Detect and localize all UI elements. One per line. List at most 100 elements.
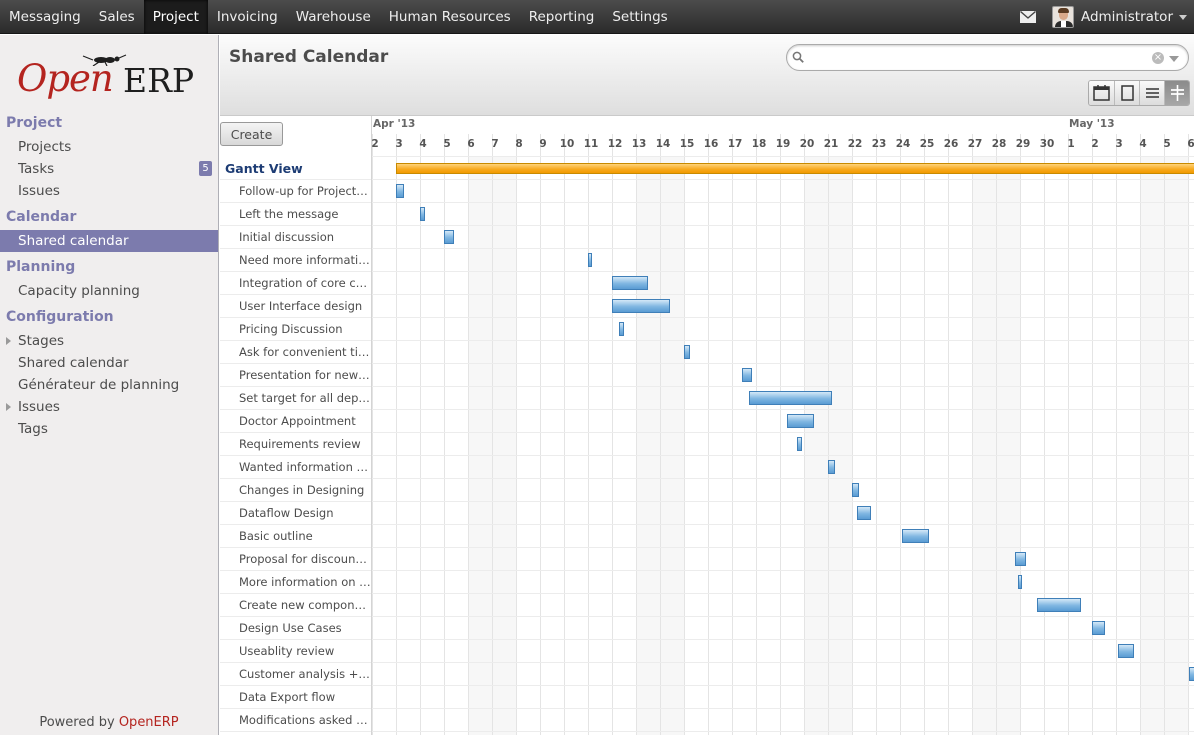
top-menu-item-sales[interactable]: Sales [90,0,144,34]
top-menu-item-messaging[interactable]: Messaging [0,0,90,34]
top-menu-item-warehouse[interactable]: Warehouse [287,0,380,34]
row-gridline [372,708,1194,709]
sidebar-item-label: Capacity planning [18,283,140,299]
gantt-task-bar[interactable] [748,391,832,405]
openerp-logo[interactable]: Open ERP [17,49,207,99]
gantt-task-bar[interactable] [444,230,454,244]
top-menu-item-invoicing[interactable]: Invoicing [208,0,287,34]
gantt-task-bar[interactable] [684,345,690,359]
clear-search-icon[interactable]: × [1152,52,1164,64]
gantt-task-bar[interactable] [612,299,670,313]
task-row-label[interactable]: Requirements review [220,433,371,456]
day-header: 6 [467,138,475,150]
gantt-task-bar[interactable] [787,414,814,428]
sidebar-item-shared-calendar[interactable]: Shared calendar [0,352,218,374]
expand-arrow-icon[interactable] [6,337,11,345]
gantt-task-bar[interactable] [856,506,872,520]
search-options-icon[interactable] [1169,56,1179,62]
mail-icon[interactable] [1019,10,1036,23]
sidebar-item-tasks[interactable]: Tasks 5 [0,158,218,180]
gantt-task-bar[interactable] [902,529,929,543]
task-row-label[interactable]: User Interface design [220,295,371,318]
task-row-label[interactable]: Dataflow Design [220,502,371,525]
day-header: 12 [607,138,623,150]
sidebar-item-projects[interactable]: Projects [0,136,218,158]
top-menu-item-project[interactable]: Project [143,0,208,34]
task-row-label[interactable]: Customer analysis + Arc... [220,663,371,686]
gantt-task-bar[interactable] [612,276,648,290]
task-row-label[interactable]: Basic outline [220,525,371,548]
gantt-task-bar[interactable] [1015,552,1026,566]
weekend-column [804,157,828,735]
sidebar: Open ERP Project Projects Tasks 5 Issues Cale… [0,35,219,735]
gantt-task-bar[interactable] [1036,598,1082,612]
gantt-task-bar[interactable] [619,322,624,336]
gantt-task-bar[interactable] [796,437,802,451]
gantt-task-bar[interactable] [741,368,753,382]
gantt-task-bar[interactable] [1017,575,1023,589]
powered-by-link[interactable]: OpenERP [119,715,179,730]
logo-open-text: Open [17,57,114,100]
task-row-label[interactable]: Ask for convenient time... [220,341,371,364]
gantt-task-bar[interactable] [828,460,836,474]
chevron-down-icon[interactable] [1179,14,1187,20]
gantt-group-label[interactable]: Gantt View [220,157,371,180]
gantt-task-bar[interactable] [588,253,592,267]
task-row-label[interactable]: Wanted information abou... [220,456,371,479]
top-menu-item-settings[interactable]: Settings [603,0,676,34]
row-gridline [372,570,1194,571]
gantt-task-bar[interactable] [1092,621,1106,635]
gantt-task-bar[interactable] [852,483,860,497]
gantt-view-icon[interactable] [1164,81,1189,105]
row-gridline [372,524,1194,525]
task-row-label[interactable]: Initial discussion [220,226,371,249]
search-input[interactable] [811,48,1151,68]
list-view-icon[interactable] [1139,81,1164,105]
sidebar-item-shared-calendar[interactable]: Shared calendar [0,230,218,252]
task-row-label[interactable]: Create new components [220,594,371,617]
gantt-group-bar[interactable] [396,163,1194,174]
task-row-label[interactable]: Set target for all depar... [220,387,371,410]
task-row-label[interactable]: Pricing Discussion [220,318,371,341]
task-row-label[interactable]: Design Use Cases [220,617,371,640]
day-header: 2 [371,138,379,150]
user-name[interactable]: Administrator [1081,9,1173,25]
gantt-task-bar[interactable] [1118,644,1134,658]
task-row-label[interactable]: More information on the... [220,571,371,594]
task-row-label[interactable]: Data Export flow [220,686,371,709]
top-menu-item-human-resources[interactable]: Human Resources [380,0,520,34]
task-row-label[interactable]: Presentation for new Se... [220,364,371,387]
gantt-task-bar[interactable] [396,184,405,198]
task-row-label[interactable]: Proposal for discount offer [220,548,371,571]
avatar[interactable] [1051,6,1074,28]
sidebar-item-tags[interactable]: Tags [0,418,218,440]
task-row-label[interactable]: Need more information o... [220,249,371,272]
task-row-label[interactable]: Follow-up for Project pr... [220,180,371,203]
sidebar-item-issues[interactable]: Issues [0,180,218,202]
task-row-label[interactable]: Changes in Designing [220,479,371,502]
task-row-label[interactable]: Modifications asked by ... [220,709,371,732]
sidebar-item-g-n-rateur-de-planning[interactable]: Générateur de planning [0,374,218,396]
sidebar-item-label: Issues [18,183,60,199]
top-menu-item-reporting[interactable]: Reporting [520,0,604,34]
gantt-task-bar[interactable] [420,207,425,221]
sidebar-item-issues[interactable]: Issues [0,396,218,418]
gantt-task-bar[interactable] [1189,667,1194,681]
sidebar-item-label: Générateur de planning [18,377,180,393]
create-button[interactable]: Create [220,122,283,146]
day-header: 20 [799,138,815,150]
sidebar-item-stages[interactable]: Stages [0,330,218,352]
row-gridline [372,271,1194,272]
calendar-view-icon[interactable] [1089,81,1114,105]
sidebar-item-capacity-planning[interactable]: Capacity planning [0,280,218,302]
top-navbar: Messaging Sales Project Invoicing Warehouse H… [0,0,1194,34]
page-title: Shared Calendar [229,47,389,67]
task-row-label[interactable]: Useablity review [220,640,371,663]
day-header: 28 [991,138,1007,150]
search-box[interactable]: × [786,44,1189,71]
task-row-label[interactable]: Integration of core com... [220,272,371,295]
expand-arrow-icon[interactable] [6,403,11,411]
task-row-label[interactable]: Doctor Appointment [220,410,371,433]
task-row-label[interactable]: Left the message [220,203,371,226]
form-view-icon[interactable] [1114,81,1139,105]
